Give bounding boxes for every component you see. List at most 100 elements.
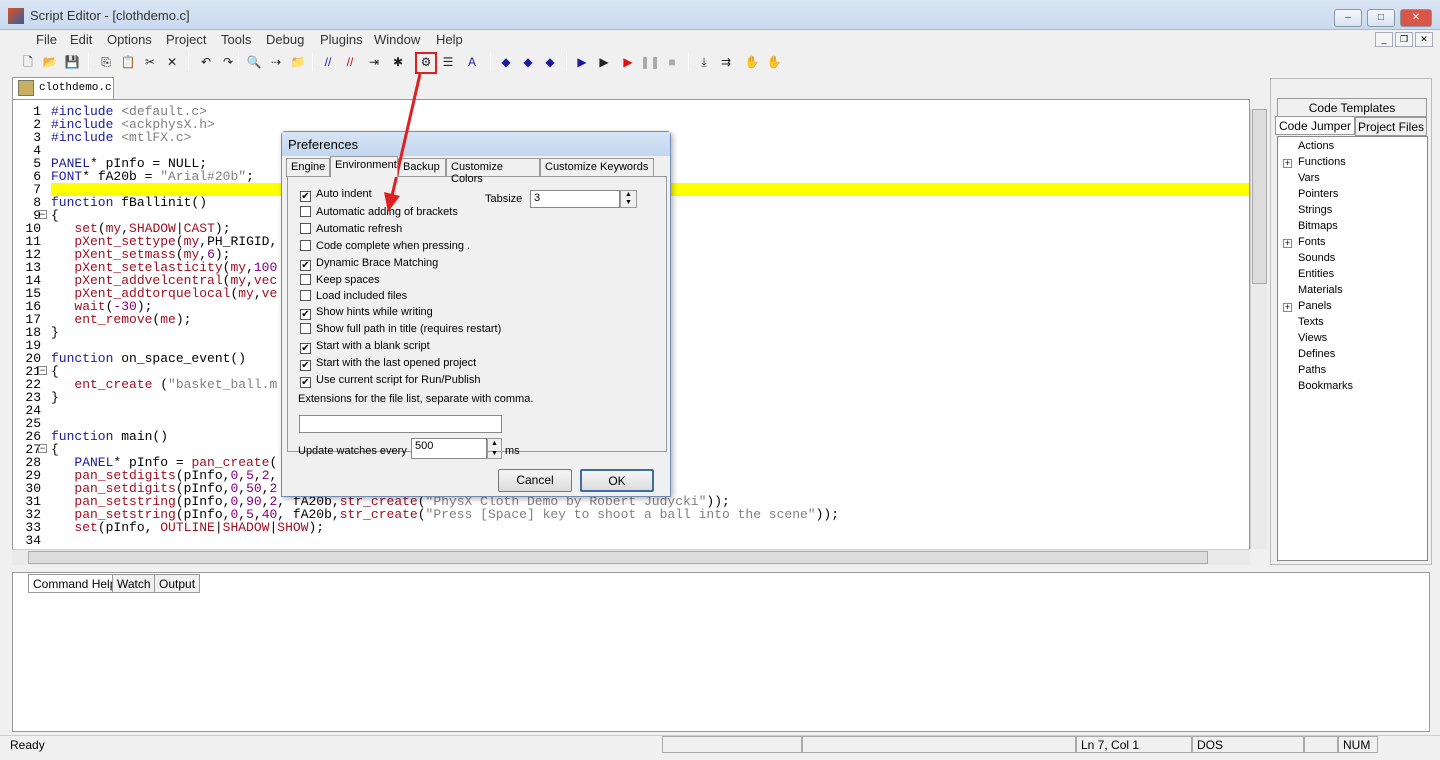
redo-icon[interactable]: ↷ [218,52,238,72]
comment-icon[interactable]: // [318,52,338,72]
find-next-icon[interactable]: ⇢ [266,52,286,72]
find-icon[interactable]: 🔍 [244,52,264,72]
option-checkbox[interactable]: ✔ Start with the last opened project [300,357,476,371]
step-icon[interactable]: ▶ [618,52,638,72]
mdi-close-button[interactable]: ✕ [1415,32,1433,47]
option-checkbox[interactable]: ✔ Auto indent [300,188,372,202]
tree-item-materials[interactable]: Materials [1298,284,1343,296]
option-checkbox[interactable]: Show full path in title (requires restar… [300,323,501,335]
find-in-files-icon[interactable]: 📁 [288,52,308,72]
stop-icon[interactable]: ■ [662,52,682,72]
checkbox-unchecked[interactable] [300,223,311,234]
delete-icon[interactable]: ✕ [162,52,182,72]
hand-icon[interactable]: ✋ [742,52,762,72]
copy-icon[interactable]: ⎘ [96,52,116,72]
ok-button[interactable]: OK [580,469,654,492]
menu-help[interactable]: Help [436,32,463,47]
expand-icon[interactable]: + [1283,303,1292,312]
menu-plugins[interactable]: Plugins [320,32,363,47]
tab-customize-keywords[interactable]: Customize Keywords [540,158,654,177]
save-icon[interactable]: 💾 [62,52,82,72]
font-icon[interactable]: A [462,52,482,72]
option-checkbox[interactable]: Load included files [300,290,407,302]
checkbox-checked[interactable]: ✔ [300,309,311,320]
next-breakpoint-icon[interactable]: ◆ [518,52,538,72]
tab-customize-colors[interactable]: Customize Colors [446,158,540,185]
pause-icon[interactable]: ❚❚ [640,52,660,72]
option-checkbox[interactable]: Keep spaces [300,274,380,286]
minimize-button[interactable]: – [1334,9,1362,27]
checkbox-checked[interactable]: ✔ [300,360,311,371]
expand-icon[interactable]: + [1283,159,1292,168]
fold-toggle-icon[interactable]: − [38,444,47,453]
tree-item-vars[interactable]: Vars [1298,172,1320,184]
tab-output[interactable]: Output [154,574,201,593]
tree-item-views[interactable]: Views [1298,332,1327,344]
menu-debug[interactable]: Debug [266,32,304,47]
step-over-icon[interactable]: ⇉ [716,52,736,72]
undo-icon[interactable]: ↶ [196,52,216,72]
watch-spinner[interactable]: ▲ ▼ [487,438,502,459]
menu-file[interactable]: File [36,32,57,47]
extensions-input[interactable] [299,415,502,433]
maximize-button[interactable]: □ [1367,9,1395,27]
hand-alt-icon[interactable]: ✋ [764,52,784,72]
uncomment-icon[interactable]: // [340,52,360,72]
checkbox-checked[interactable]: ✔ [300,260,311,271]
debug-run-icon[interactable]: ▶ [594,52,614,72]
checkbox-unchecked[interactable] [300,290,311,301]
option-checkbox[interactable]: Automatic adding of brackets [300,206,458,218]
checkbox-unchecked[interactable] [300,206,311,217]
new-file-icon[interactable]: 🗋 [18,52,38,72]
tab-command-help[interactable]: Command Help [28,574,122,593]
option-checkbox[interactable]: ✔ Show hints while writing [300,306,433,320]
cancel-button[interactable]: Cancel [498,469,572,492]
checkbox-checked[interactable]: ✔ [300,377,311,388]
tree-item-bookmarks[interactable]: Bookmarks [1298,380,1353,392]
tab-environment[interactable]: Environment [330,156,398,177]
menu-project[interactable]: Project [166,32,206,47]
option-checkbox[interactable]: Code complete when pressing . [300,240,470,252]
menu-tools[interactable]: Tools [221,32,251,47]
editor-horizontal-scrollbar[interactable] [12,549,1250,565]
tree-item-panels[interactable]: Panels [1298,300,1332,312]
fold-toggle-icon[interactable]: − [38,210,47,219]
checkbox-unchecked[interactable] [300,323,311,334]
tree-item-strings[interactable]: Strings [1298,204,1332,216]
menu-edit[interactable]: Edit [70,32,92,47]
tab-code-jumper[interactable]: Code Jumper [1275,116,1355,135]
tabsize-input[interactable]: 3 [530,190,620,208]
watch-interval-input[interactable]: 500 [411,438,487,459]
tree-item-fonts[interactable]: Fonts [1298,236,1326,248]
bookmark-icon[interactable]: ✱ [388,52,408,72]
option-checkbox[interactable]: ✔ Start with a blank script [300,340,430,354]
open-icon[interactable]: 📂 [40,52,60,72]
fold-toggle-icon[interactable]: − [38,366,47,375]
option-checkbox[interactable]: Automatic refresh [300,223,402,235]
tab-engine[interactable]: Engine [286,158,330,177]
tree-item-functions[interactable]: Functions [1298,156,1346,168]
option-checkbox[interactable]: ✔ Dynamic Brace Matching [300,257,438,271]
tab-watch[interactable]: Watch [112,574,156,593]
tree-item-paths[interactable]: Paths [1298,364,1326,376]
menu-options[interactable]: Options [107,32,152,47]
tab-backup[interactable]: Backup [398,158,446,177]
breakpoint-icon[interactable]: ◆ [496,52,516,72]
paste-icon[interactable]: 📋 [118,52,138,72]
editor-vertical-scrollbar[interactable] [1250,109,1267,549]
tree-item-bitmaps[interactable]: Bitmaps [1298,220,1338,232]
checkbox-checked[interactable]: ✔ [300,191,311,202]
expand-icon[interactable]: + [1283,239,1292,248]
menu-window[interactable]: Window [374,32,420,47]
step-into-icon[interactable]: ⤓ [694,52,714,72]
run-icon[interactable]: ▶ [572,52,592,72]
close-button[interactable]: ✕ [1400,9,1432,27]
tab-code-templates[interactable]: Code Templates [1277,98,1427,117]
cut-icon[interactable]: ✂ [140,52,160,72]
tree-item-actions[interactable]: Actions [1298,140,1334,152]
tree-item-pointers[interactable]: Pointers [1298,188,1338,200]
mdi-minimize-button[interactable]: _ [1375,32,1393,47]
indent-icon[interactable]: ⇥ [364,52,384,72]
tabsize-spinner[interactable]: ▲ ▼ [620,190,637,208]
mdi-restore-button[interactable]: ❐ [1395,32,1413,47]
